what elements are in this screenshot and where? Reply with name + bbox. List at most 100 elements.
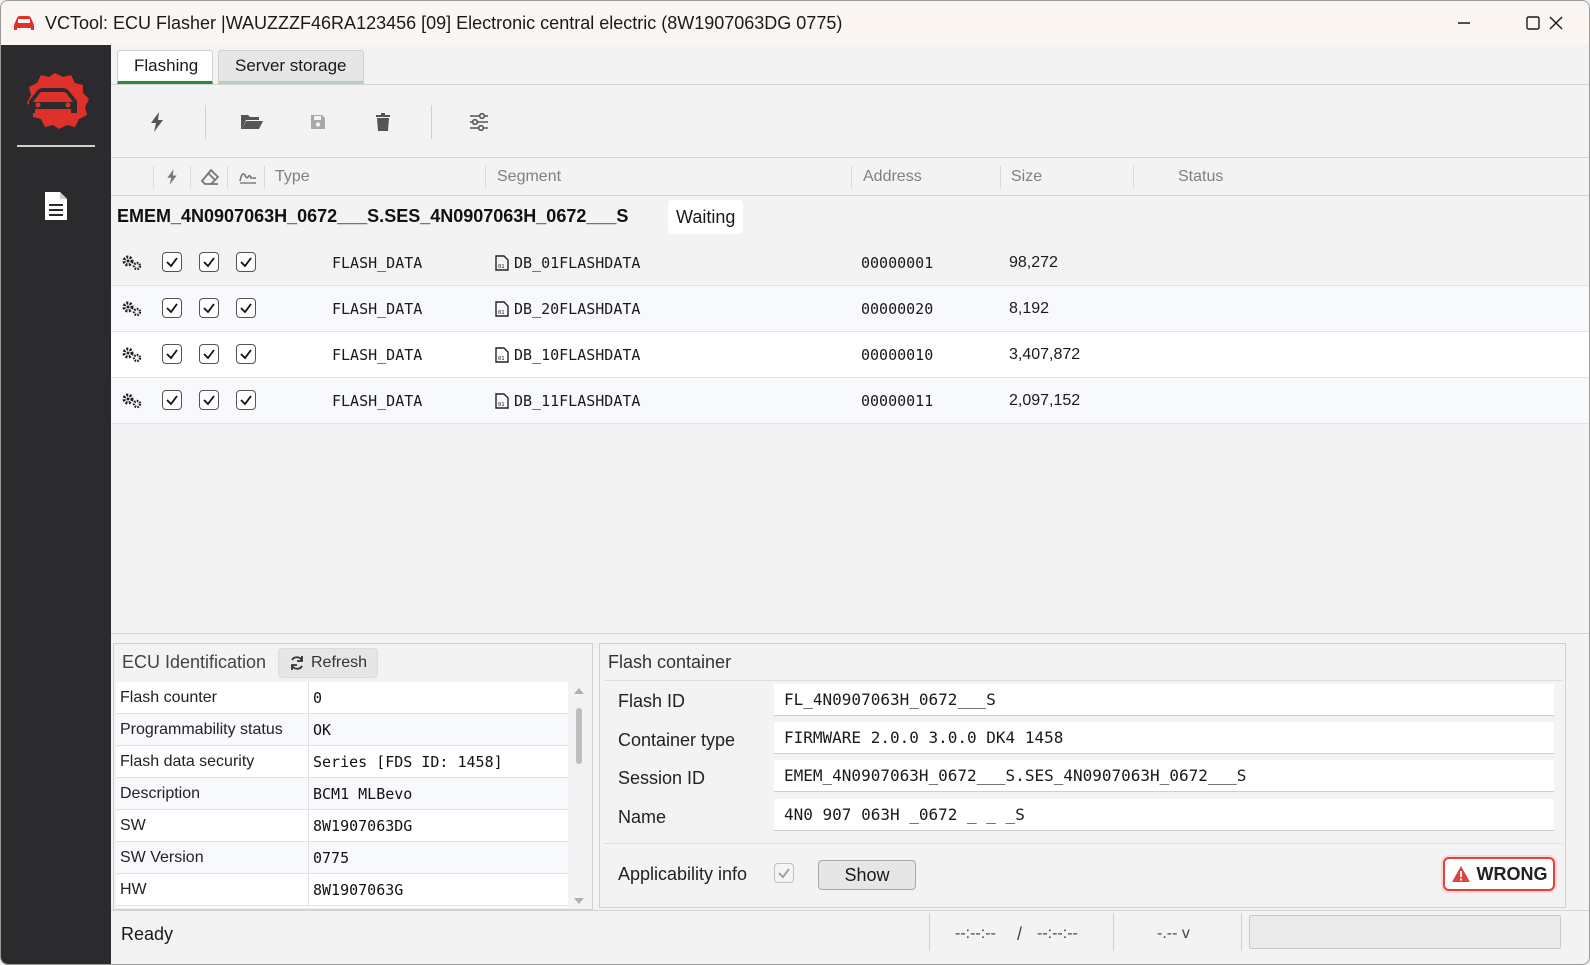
header-sep bbox=[264, 166, 265, 188]
voltage-readout: -.-- v bbox=[1157, 925, 1190, 942]
flash-id-field[interactable]: FL_4N0907063H_0672___S bbox=[774, 684, 1554, 716]
close-icon bbox=[1549, 16, 1563, 30]
table-row[interactable]: FLASH_DATA 01 DB_20FLASHDATA 00000020 8,… bbox=[111, 286, 1589, 332]
window-title: VCTool: ECU Flasher |WAUZZZF46RA123456 [… bbox=[45, 12, 843, 33]
ecu-identification-title: ECU Identification bbox=[122, 652, 267, 672]
applicability-checkbox[interactable] bbox=[774, 863, 794, 883]
name-field[interactable]: 4N0 907 063H _0672 _ _ _S bbox=[774, 799, 1554, 831]
vertical-scrollbar[interactable] bbox=[570, 684, 588, 908]
remaining-time: --:--:-- bbox=[1037, 925, 1078, 942]
refresh-icon bbox=[291, 656, 303, 670]
col-erase-icon[interactable] bbox=[201, 158, 219, 196]
title-bar: VCTool: ECU Flasher |WAUZZZF46RA123456 [… bbox=[1, 1, 1589, 45]
table-row[interactable]: FLASH_DATA 01 DB_11FLASHDATA 00000011 2,… bbox=[111, 378, 1589, 424]
row-segment: DB_01FLASHDATA bbox=[514, 254, 641, 272]
show-button[interactable]: Show bbox=[818, 860, 916, 890]
show-label: Show bbox=[844, 864, 890, 885]
col-segment[interactable]: Segment bbox=[497, 158, 561, 196]
close-button[interactable] bbox=[1521, 1, 1589, 45]
header-sep bbox=[485, 166, 486, 188]
erase-checkbox[interactable] bbox=[199, 344, 219, 364]
wrong-status-button[interactable]: WRONG bbox=[1443, 857, 1555, 891]
row-type: FLASH_DATA bbox=[332, 254, 423, 272]
id-key: Flash data security bbox=[120, 753, 255, 770]
col-size[interactable]: Size bbox=[1011, 158, 1042, 196]
row-address: 00000001 bbox=[861, 254, 934, 272]
col-address[interactable]: Address bbox=[863, 158, 922, 196]
table-row[interactable]: Flash counter 0 bbox=[116, 682, 568, 714]
session-id-field[interactable]: EMEM_4N0907063H_0672___S.SES_4N0907063H_… bbox=[774, 760, 1554, 792]
id-key: SW Version bbox=[120, 849, 204, 866]
table-row[interactable]: HW 8W1907063G bbox=[116, 874, 568, 906]
col-flash-icon[interactable] bbox=[165, 158, 179, 196]
segment-grid: EMEM_4N0907063H_0672___S.SES_4N0907063H_… bbox=[111, 196, 1589, 634]
flash-checkbox[interactable] bbox=[162, 390, 182, 410]
sign-checkbox[interactable] bbox=[236, 298, 256, 318]
table-row[interactable]: FLASH_DATA 01 DB_01FLASHDATA 00000001 98… bbox=[111, 240, 1589, 286]
grid-header: Type Segment Address Size Status bbox=[111, 158, 1589, 196]
id-value: Series [FDS ID: 1458] bbox=[313, 753, 503, 771]
row-size: 98,272 bbox=[1009, 254, 1058, 271]
time-separator: / bbox=[1017, 923, 1023, 944]
id-key: Programmability status bbox=[120, 721, 283, 738]
settings-sliders-icon bbox=[470, 112, 488, 132]
flash-checkbox[interactable] bbox=[162, 252, 182, 272]
status-sep bbox=[929, 913, 930, 951]
flash-checkbox[interactable] bbox=[162, 344, 182, 364]
document-icon[interactable] bbox=[43, 190, 69, 222]
tab-bar: Flashing Server storage bbox=[111, 45, 1589, 85]
col-signature-icon[interactable] bbox=[238, 158, 258, 196]
table-row[interactable]: SW 8W1907063DG bbox=[116, 810, 568, 842]
refresh-button[interactable]: Refresh bbox=[278, 648, 379, 678]
sign-checkbox[interactable] bbox=[236, 390, 256, 410]
binary-file-icon: 01 bbox=[495, 240, 509, 286]
container-type-field[interactable]: FIRMWARE 2.0.0 3.0.0 DK4 1458 bbox=[774, 722, 1554, 754]
save-button[interactable] bbox=[302, 106, 334, 138]
refresh-label: Refresh bbox=[311, 654, 368, 671]
erase-checkbox[interactable] bbox=[199, 298, 219, 318]
wrong-label: WRONG bbox=[1476, 863, 1548, 884]
session-id-label: Session ID bbox=[618, 768, 706, 788]
sign-checkbox[interactable] bbox=[236, 252, 256, 272]
row-size: 3,407,872 bbox=[1009, 346, 1081, 363]
row-address: 00000010 bbox=[861, 346, 934, 364]
flash-id-label: Flash ID bbox=[618, 691, 686, 711]
vctool-logo-icon[interactable] bbox=[19, 71, 91, 131]
status-sep bbox=[1241, 913, 1242, 951]
group-row[interactable]: EMEM_4N0907063H_0672___S.SES_4N0907063H_… bbox=[111, 196, 1589, 240]
table-row[interactable]: Description BCM1 MLBevo bbox=[116, 778, 568, 810]
save-icon bbox=[311, 115, 325, 129]
col-type[interactable]: Type bbox=[275, 158, 310, 196]
tab-server-storage[interactable]: Server storage bbox=[218, 50, 364, 84]
sign-checkbox[interactable] bbox=[236, 344, 256, 364]
tab-flashing[interactable]: Flashing bbox=[117, 50, 213, 84]
app-car-icon bbox=[14, 16, 34, 30]
row-segment: DB_10FLASHDATA bbox=[514, 346, 641, 364]
id-value: OK bbox=[313, 721, 332, 739]
settings-button[interactable] bbox=[463, 106, 495, 138]
ecu-flasher-window: VCTool: ECU Flasher |WAUZZZF46RA123456 [… bbox=[0, 0, 1590, 965]
table-row[interactable]: SW Version 0775 bbox=[116, 842, 568, 874]
delete-button[interactable] bbox=[367, 106, 399, 138]
toolbar bbox=[111, 85, 1589, 158]
header-sep bbox=[851, 166, 852, 188]
erase-checkbox[interactable] bbox=[199, 390, 219, 410]
table-row[interactable]: Flash data security Series [FDS ID: 1458] bbox=[116, 746, 568, 778]
table-row[interactable]: Programmability status OK bbox=[116, 714, 568, 746]
header-sep bbox=[1133, 166, 1134, 188]
flash-checkbox[interactable] bbox=[162, 298, 182, 318]
open-button[interactable] bbox=[236, 106, 268, 138]
erase-checkbox[interactable] bbox=[199, 252, 219, 272]
row-segment: DB_11FLASHDATA bbox=[514, 392, 641, 410]
tab-flashing-label: Flashing bbox=[134, 56, 199, 75]
table-row[interactable]: FLASH_DATA 01 DB_10FLASHDATA 00000010 3,… bbox=[111, 332, 1589, 378]
tab-server-storage-label: Server storage bbox=[235, 56, 347, 75]
gears-icon bbox=[121, 378, 143, 424]
flash-button[interactable] bbox=[141, 106, 173, 138]
scroll-down-icon bbox=[574, 898, 584, 904]
id-value: 0 bbox=[313, 689, 323, 707]
binary-file-icon: 01 bbox=[495, 378, 509, 424]
id-key: Description bbox=[120, 785, 201, 802]
col-status[interactable]: Status bbox=[1178, 158, 1223, 196]
flash-container-panel: Flash container Flash ID FL_4N0907063H_0… bbox=[599, 643, 1566, 908]
